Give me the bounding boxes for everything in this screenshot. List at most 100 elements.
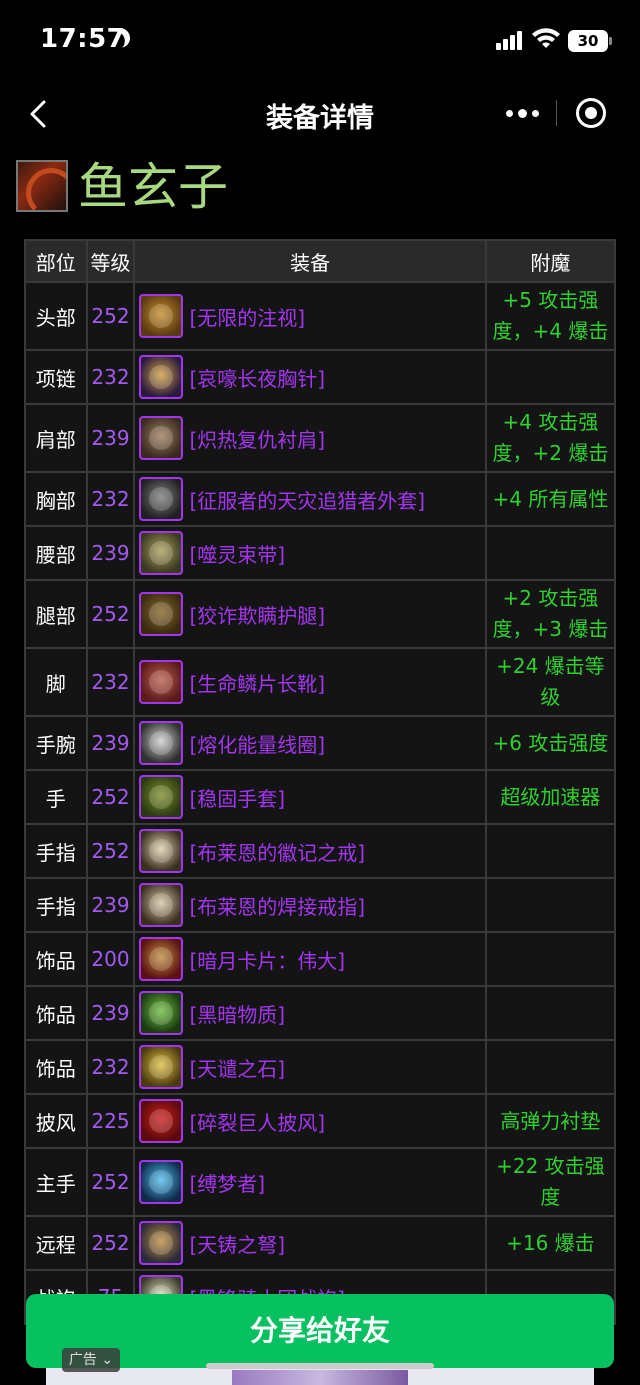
item-cell[interactable]: [缚梦者] xyxy=(133,1147,487,1217)
header-enchant: 附魔 xyxy=(484,239,617,283)
equipment-row[interactable]: 脚 232 [生命鳞片长靴] +24 爆击等级 xyxy=(24,647,617,717)
item-icon[interactable] xyxy=(139,416,184,460)
equipment-row[interactable]: 项链 232 [哀嚎长夜胸针] xyxy=(24,349,617,405)
item-name-link[interactable]: [哀嚎长夜胸针] xyxy=(189,363,325,392)
item-cell[interactable]: [稳固手套] xyxy=(133,769,487,825)
item-level-cell: 252 xyxy=(85,1215,136,1271)
item-icon[interactable] xyxy=(139,1045,184,1089)
slot-cell: 手 xyxy=(24,769,88,825)
item-cell[interactable]: [暗月卡片：伟大] xyxy=(133,931,487,987)
enchant-cell xyxy=(484,349,617,405)
item-icon[interactable] xyxy=(139,355,184,399)
enchant-cell xyxy=(484,931,617,987)
item-cell[interactable]: [布莱恩的徽记之戒] xyxy=(133,823,487,879)
item-icon[interactable] xyxy=(139,477,184,521)
table-header-row: 部位 等级 装备 附魔 xyxy=(24,239,617,283)
slot-cell: 脚 xyxy=(24,647,88,717)
enchant-cell xyxy=(484,1039,617,1095)
mini-program-capsule xyxy=(488,90,620,136)
enchant-cell: 高弹力衬垫 xyxy=(484,1093,617,1149)
item-name-link[interactable]: [炽热复仇衬肩] xyxy=(189,424,325,453)
item-cell[interactable]: [天谴之石] xyxy=(133,1039,487,1095)
equipment-row[interactable]: 手 252 [稳固手套] 超级加速器 xyxy=(24,769,617,825)
item-cell[interactable]: [噬灵束带] xyxy=(133,525,487,581)
item-name-link[interactable]: [天谴之石] xyxy=(189,1053,285,1082)
home-indicator xyxy=(206,1363,434,1369)
equipment-row[interactable]: 饰品 200 [暗月卡片：伟大] xyxy=(24,931,617,987)
item-name-link[interactable]: [噬灵束带] xyxy=(189,539,285,568)
item-icon[interactable] xyxy=(139,829,184,873)
class-icon xyxy=(16,160,68,212)
enchant-cell xyxy=(484,525,617,581)
item-name-link[interactable]: [天铸之弩] xyxy=(189,1229,285,1258)
item-name-link[interactable]: [无限的注视] xyxy=(189,302,305,331)
more-menu-button[interactable] xyxy=(488,90,554,136)
item-cell[interactable]: [生命鳞片长靴] xyxy=(133,647,487,717)
item-icon[interactable] xyxy=(139,991,184,1035)
item-cell[interactable]: [黑暗物质] xyxy=(133,985,487,1041)
enchant-cell: +2 攻击强度，+3 爆击 xyxy=(484,579,617,649)
item-name-link[interactable]: [黑暗物质] xyxy=(189,999,285,1028)
item-name-link[interactable]: [狡诈欺瞒护腿] xyxy=(189,600,325,629)
item-icon[interactable] xyxy=(139,1099,184,1143)
item-cell[interactable]: [布莱恩的焊接戒指] xyxy=(133,877,487,933)
item-name-link[interactable]: [征服者的天灾追猎者外套] xyxy=(189,485,425,514)
slot-cell: 头部 xyxy=(24,281,88,351)
equipment-row[interactable]: 手腕 239 [熔化能量线圈] +6 攻击强度 xyxy=(24,715,617,771)
item-cell[interactable]: [熔化能量线圈] xyxy=(133,715,487,771)
equipment-row[interactable]: 手指 252 [布莱恩的徽记之戒] xyxy=(24,823,617,879)
character-header: 鱼玄子 xyxy=(16,158,616,218)
item-icon[interactable] xyxy=(139,592,184,636)
item-cell[interactable]: [炽热复仇衬肩] xyxy=(133,403,487,473)
slot-cell: 饰品 xyxy=(24,1039,88,1095)
item-icon[interactable] xyxy=(139,294,184,338)
slot-cell: 腿部 xyxy=(24,579,88,649)
equipment-row[interactable]: 饰品 232 [天谴之石] xyxy=(24,1039,617,1095)
equipment-row[interactable]: 头部 252 [无限的注视] +5 攻击强度，+4 爆击 xyxy=(24,281,617,351)
equipment-row[interactable]: 手指 239 [布莱恩的焊接戒指] xyxy=(24,877,617,933)
item-icon[interactable] xyxy=(139,883,184,927)
item-icon[interactable] xyxy=(139,721,184,765)
equipment-row[interactable]: 饰品 239 [黑暗物质] xyxy=(24,985,617,1041)
item-level-cell: 252 xyxy=(85,579,136,649)
equipment-row[interactable]: 腿部 252 [狡诈欺瞒护腿] +2 攻击强度，+3 爆击 xyxy=(24,579,617,649)
item-cell[interactable]: [哀嚎长夜胸针] xyxy=(133,349,487,405)
item-cell[interactable]: [天铸之弩] xyxy=(133,1215,487,1271)
item-level-cell: 239 xyxy=(85,877,136,933)
item-level-cell: 239 xyxy=(85,715,136,771)
item-cell[interactable]: [碎裂巨人披风] xyxy=(133,1093,487,1149)
item-level-cell: 232 xyxy=(85,349,136,405)
item-cell[interactable]: [狡诈欺瞒护腿] xyxy=(133,579,487,649)
item-cell[interactable]: [无限的注视] xyxy=(133,281,487,351)
enchant-cell: +16 爆击 xyxy=(484,1215,617,1271)
item-name-link[interactable]: [暗月卡片：伟大] xyxy=(189,945,345,974)
slot-cell: 主手 xyxy=(24,1147,88,1217)
slot-cell: 饰品 xyxy=(24,985,88,1041)
enchant-cell: +6 攻击强度 xyxy=(484,715,617,771)
item-icon[interactable] xyxy=(139,1160,184,1204)
equipment-row[interactable]: 胸部 232 [征服者的天灾追猎者外套] +4 所有属性 xyxy=(24,471,617,527)
item-name-link[interactable]: [缚梦者] xyxy=(189,1168,265,1197)
item-icon[interactable] xyxy=(139,531,184,575)
equipment-table: 部位 等级 装备 附魔 头部 252 [无限的注视] +5 攻击强度，+4 爆击 项链 2… xyxy=(24,239,617,1325)
item-name-link[interactable]: [布莱恩的焊接戒指] xyxy=(189,891,365,920)
item-level-cell: 232 xyxy=(85,1039,136,1095)
item-name-link[interactable]: [生命鳞片长靴] xyxy=(189,668,325,697)
enchant-cell: 超级加速器 xyxy=(484,769,617,825)
item-icon[interactable] xyxy=(139,937,184,981)
equipment-row[interactable]: 肩部 239 [炽热复仇衬肩] +4 攻击强度，+2 爆击 xyxy=(24,403,617,473)
item-name-link[interactable]: [布莱恩的徽记之戒] xyxy=(189,837,365,866)
equipment-row[interactable]: 腰部 239 [噬灵束带] xyxy=(24,525,617,581)
item-icon[interactable] xyxy=(139,775,184,819)
equipment-row[interactable]: 主手 252 [缚梦者] +22 攻击强度 xyxy=(24,1147,617,1217)
item-name-link[interactable]: [碎裂巨人披风] xyxy=(189,1107,325,1136)
item-name-link[interactable]: [稳固手套] xyxy=(189,783,285,812)
item-name-link[interactable]: [熔化能量线圈] xyxy=(189,729,325,758)
ad-badge[interactable]: 广告 ⌄ xyxy=(62,1348,120,1372)
equipment-row[interactable]: 远程 252 [天铸之弩] +16 爆击 xyxy=(24,1215,617,1271)
item-cell[interactable]: [征服者的天灾追猎者外套] xyxy=(133,471,487,527)
item-icon[interactable] xyxy=(139,660,184,704)
close-mini-program-button[interactable] xyxy=(576,98,606,128)
equipment-row[interactable]: 披风 225 [碎裂巨人披风] 高弹力衬垫 xyxy=(24,1093,617,1149)
item-icon[interactable] xyxy=(139,1221,184,1265)
